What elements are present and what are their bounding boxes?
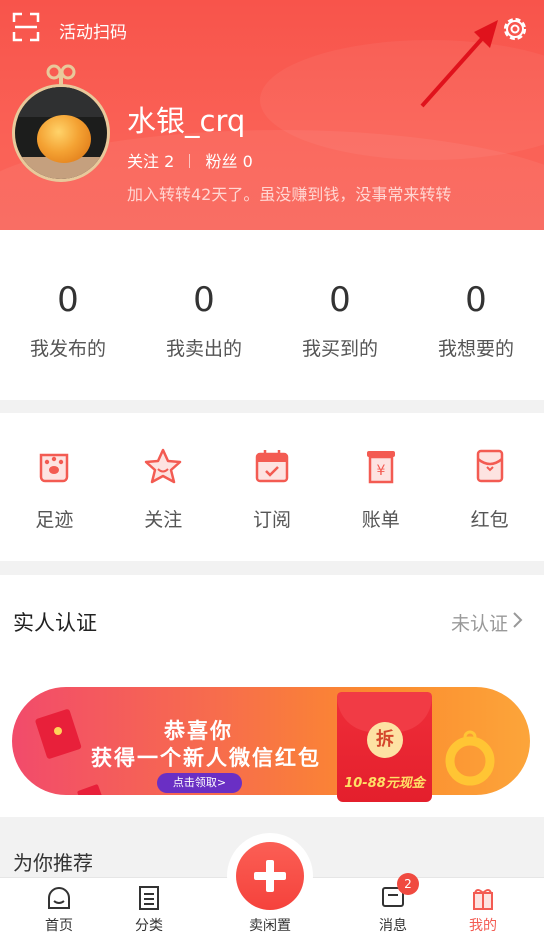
tool-label: 订阅 <box>252 509 291 531</box>
tab-category[interactable]: 分类 <box>104 878 194 937</box>
list-icon <box>139 886 159 910</box>
envelope-decor-icon <box>35 709 82 759</box>
open-coin[interactable]: 拆 <box>367 722 403 758</box>
tool-red-envelope[interactable]: 红包 <box>435 413 544 561</box>
following-label[interactable]: 关注 <box>127 152 159 171</box>
banner-area: 恭喜你 获得一个新人微信红包 点击领取> <box>0 667 544 817</box>
tool-label: 关注 <box>144 509 183 531</box>
avatar-bg-top <box>15 87 107 117</box>
home-icon <box>48 887 70 909</box>
stat-label: 我买到的 <box>301 338 378 360</box>
recommend-title: 为你推荐 <box>13 851 93 875</box>
tool-label: 足迹 <box>35 509 74 531</box>
stat-count: 0 <box>465 280 487 320</box>
tab-label: 分类 <box>135 918 163 934</box>
ring-decor-icon <box>445 730 495 786</box>
follow-stats: 关注 2 粉丝 0 <box>127 148 253 172</box>
avatar-fruit <box>37 115 91 163</box>
verification-row[interactable]: 实人认证 未认证 <box>0 575 544 667</box>
stat-wanted[interactable]: 0 我想要的 <box>408 230 544 400</box>
chevron-right-icon <box>513 612 523 628</box>
red-packet-amount: 10-88元现金 <box>344 776 425 791</box>
gift-icon <box>473 889 493 910</box>
tab-label: 我的 <box>469 918 497 934</box>
tools-row: 足迹 关注 订阅 ¥ 账单 红包 <box>0 413 544 561</box>
star-icon <box>144 448 182 484</box>
stats-row: 0 我发布的 0 我卖出的 0 我买到的 0 我想要的 <box>0 230 544 400</box>
envelope-decor-small-icon <box>77 784 105 795</box>
tool-label: 红包 <box>470 509 509 531</box>
avatar[interactable] <box>12 64 110 182</box>
profile-header: 活动扫码 水银_crq 关注 2 粉丝 0 加入转转42天了。虽没赚到钱，没事常… <box>0 0 544 230</box>
stat-label: 我发布的 <box>29 338 106 360</box>
avatar-photo <box>12 84 110 182</box>
stat-count: 0 <box>57 280 79 320</box>
tool-follow[interactable]: 关注 <box>109 413 218 561</box>
tool-footprint[interactable]: 足迹 <box>0 413 109 561</box>
fans-count[interactable]: 0 <box>243 152 253 171</box>
username: 水银_crq <box>127 104 246 138</box>
divider <box>189 154 191 168</box>
claim-button[interactable]: 点击领取> <box>157 773 242 793</box>
tab-label: 消息 <box>379 918 407 934</box>
stat-sold[interactable]: 0 我卖出的 <box>136 230 272 400</box>
annotation-arrow-icon <box>420 20 498 108</box>
following-count[interactable]: 2 <box>164 152 174 171</box>
plus-icon <box>236 842 304 910</box>
calendar-icon <box>255 450 289 483</box>
svg-text:¥: ¥ <box>376 463 385 479</box>
red-packet-card[interactable]: 拆 10-88元现金 <box>337 692 432 802</box>
scan-label[interactable]: 活动扫码 <box>59 18 127 43</box>
scan-icon[interactable] <box>12 12 40 42</box>
plus-bar-v <box>266 860 274 892</box>
paw-icon <box>40 453 69 483</box>
tab-mine[interactable]: 我的 <box>438 878 528 937</box>
banner-title: 恭喜你 <box>164 719 233 743</box>
stat-count: 0 <box>329 280 351 320</box>
stat-published[interactable]: 0 我发布的 <box>0 230 136 400</box>
message-badge: 2 <box>397 873 419 895</box>
tab-label: 首页 <box>45 918 73 934</box>
banner-subtitle: 获得一个新人微信红包 <box>91 746 321 770</box>
stat-label: 我卖出的 <box>165 338 242 360</box>
tab-messages[interactable]: 消息 <box>348 878 438 937</box>
stat-label: 我想要的 <box>437 338 514 360</box>
tool-bill[interactable]: ¥ 账单 <box>326 413 435 561</box>
verification-status: 未认证 <box>450 613 508 635</box>
tool-subscribe[interactable]: 订阅 <box>218 413 327 561</box>
stat-count: 0 <box>193 280 215 320</box>
red-envelope-icon <box>476 449 503 483</box>
fans-label[interactable]: 粉丝 <box>205 152 237 171</box>
tool-label: 账单 <box>361 509 400 531</box>
bill-icon: ¥ <box>366 451 395 484</box>
verification-title: 实人认证 <box>13 611 97 635</box>
bio-text: 加入转转42天了。虽没赚到钱，没事常来转转 <box>127 185 452 204</box>
tab-home[interactable]: 首页 <box>14 878 104 937</box>
sell-fab-button[interactable] <box>227 833 313 919</box>
stat-bought[interactable]: 0 我买到的 <box>272 230 408 400</box>
